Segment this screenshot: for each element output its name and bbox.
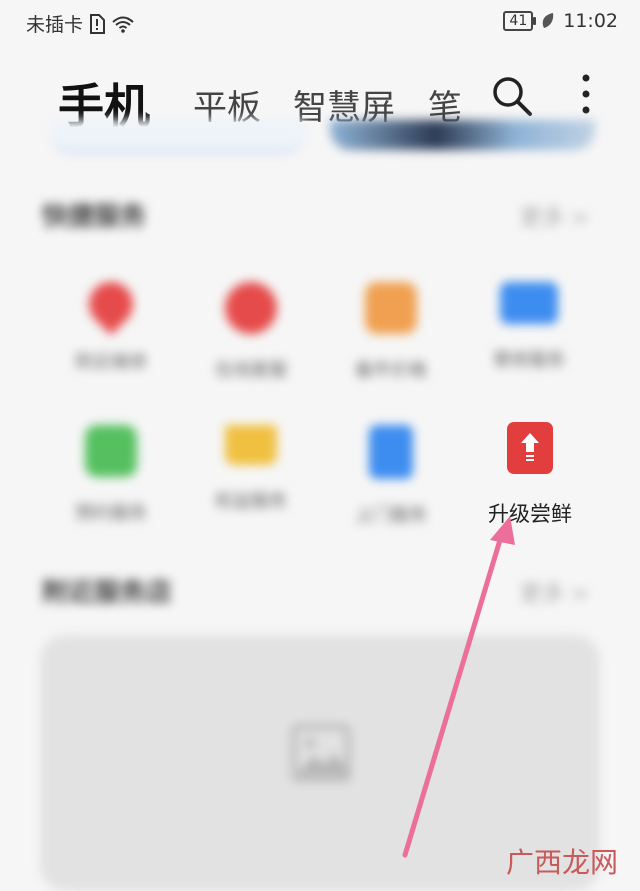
pink-arrow — [402, 516, 515, 858]
watermark: 广西龙网 — [506, 841, 618, 881]
watermark-text: 广西龙网 — [505, 846, 618, 879]
